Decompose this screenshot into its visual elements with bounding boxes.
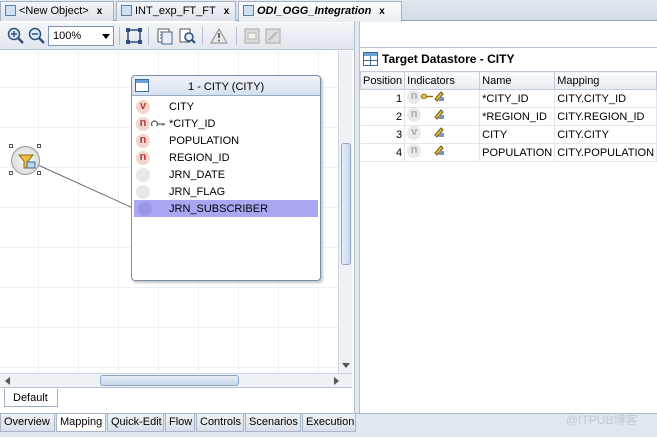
watermark: @ITPUB博客: [566, 413, 638, 427]
selection-handle[interactable]: [37, 144, 41, 148]
tab-execution[interactable]: Execution: [302, 414, 356, 432]
scrollbar-thumb[interactable]: [341, 143, 351, 265]
search-icon[interactable]: [178, 27, 196, 45]
zoom-select[interactable]: 100%: [48, 26, 114, 46]
scroll-right-icon[interactable]: [332, 375, 340, 387]
toolbar-separator: [202, 27, 203, 45]
unknown-type-icon: [136, 168, 150, 182]
canvas-vertical-scrollbar[interactable]: [338, 51, 352, 373]
toolbar-separator: [236, 27, 237, 45]
editor-tab-new-object[interactable]: <New Object> x: [0, 1, 114, 21]
attribute-row-jrn-flag[interactable]: JRN_FLAG: [132, 183, 320, 200]
selection-handle[interactable]: [9, 171, 13, 175]
attribute-row-jrn-subscriber[interactable]: JRN_SUBSCRIBER: [134, 200, 318, 217]
close-icon[interactable]: x: [379, 6, 385, 17]
attribute-row-region-id[interactable]: n REGION_ID: [132, 149, 320, 166]
key-icon: [151, 120, 165, 126]
editor-tab-odi-ogg[interactable]: ODI_OGG_Integration x: [238, 1, 402, 22]
datastore-header[interactable]: 1 - CITY (CITY): [132, 76, 320, 96]
toolbar-separator: [119, 27, 120, 45]
selection-handle[interactable]: [37, 171, 41, 175]
interface-icon: [121, 5, 132, 16]
table-row[interactable]: 4 n POPULATION CITY.POPULATION: [360, 143, 657, 162]
scroll-left-icon[interactable]: [4, 375, 12, 387]
layout-icon[interactable]: [156, 27, 174, 45]
editor-tab-bar: <New Object> x INT_exp_FT_FT x ODI_OGG_Int…: [0, 0, 657, 22]
mapping-icon: [434, 145, 445, 156]
tab-scenarios[interactable]: Scenarios: [245, 414, 301, 432]
editor-tab-int-exp[interactable]: INT_exp_FT_FT x: [116, 1, 236, 21]
numeric-type-icon: n: [136, 117, 150, 131]
attribute-row-city-id[interactable]: n *CITY_ID: [132, 115, 320, 132]
canvas-horizontal-scrollbar[interactable]: [0, 373, 352, 387]
zoom-in-icon[interactable]: [7, 27, 25, 45]
attribute-row-population[interactable]: n POPULATION: [132, 132, 320, 149]
bottom-tab-bar: Overview Mapping Quick-Edit Flow Control…: [0, 413, 657, 437]
mapping-icon: [434, 109, 445, 120]
numeric-type-icon: n: [136, 151, 150, 165]
numeric-type-icon: n: [407, 90, 422, 104]
varchar-type-icon: v: [136, 100, 150, 114]
tab-flow[interactable]: Flow: [165, 414, 195, 432]
toolbar-separator: [148, 27, 149, 45]
datastore-title: 1 - CITY (CITY): [188, 81, 265, 93]
mapping-diagram-canvas[interactable]: 1 - CITY (CITY) v CITY n *CITY_ID n POPU…: [0, 51, 338, 373]
warning-icon[interactable]: [210, 27, 228, 45]
table-icon: [363, 52, 378, 66]
table-row[interactable]: 2 n *REGION_ID CITY.REGION_ID: [360, 107, 657, 126]
indicators-cell: v: [407, 126, 477, 140]
numeric-type-icon: n: [136, 134, 150, 148]
chevron-down-icon: [102, 34, 110, 39]
filter-node[interactable]: [11, 146, 40, 175]
numeric-type-icon: n: [407, 144, 422, 158]
numeric-type-icon: n: [407, 108, 422, 122]
tab-mapping[interactable]: Mapping: [56, 414, 106, 432]
close-icon[interactable]: x: [224, 6, 230, 17]
unknown-type-icon: [138, 202, 152, 216]
indicators-cell: n: [407, 108, 477, 122]
datastore-city-box[interactable]: 1 - CITY (CITY) v CITY n *CITY_ID n POPU…: [131, 75, 321, 281]
target-datastore-panel: Target Datastore - CITY Position Indicat…: [359, 47, 657, 413]
diagram-toolbar: 100%: [0, 23, 354, 50]
mapping-icon: [434, 127, 445, 138]
target-mapping-table: Position Indicators Name Mapping 1 n *CI…: [359, 71, 657, 162]
column-header-indicators[interactable]: Indicators: [404, 71, 481, 90]
divider: [0, 387, 352, 388]
selection-handle[interactable]: [9, 144, 13, 148]
column-header-name[interactable]: Name: [479, 71, 556, 90]
column-header-position[interactable]: Position: [359, 71, 406, 90]
indicators-cell: n: [407, 144, 477, 158]
column-header-mapping[interactable]: Mapping: [554, 71, 657, 90]
unknown-type-icon: [136, 185, 150, 199]
tab-controls[interactable]: Controls: [196, 414, 244, 432]
table-row[interactable]: 1 n *CITY_ID CITY.CITY_ID: [360, 89, 657, 108]
document-icon: [5, 5, 16, 16]
attribute-row-jrn-date[interactable]: JRN_DATE: [132, 166, 320, 183]
tab-overview[interactable]: Overview: [0, 414, 55, 432]
close-icon[interactable]: x: [97, 6, 103, 17]
panel-title: Target Datastore - CITY: [363, 52, 514, 66]
tab-default[interactable]: Default: [4, 389, 58, 407]
attribute-row-city[interactable]: v CITY: [132, 98, 320, 115]
mapping-icon: [434, 91, 445, 102]
interface-icon: [243, 5, 254, 16]
datastore-icon: [135, 79, 149, 92]
disabled-icon-2[interactable]: [264, 27, 282, 45]
indicators-cell: n: [407, 90, 477, 104]
scrollbar-thumb[interactable]: [100, 375, 239, 386]
fit-to-window-icon[interactable]: [125, 27, 143, 45]
key-icon: [421, 93, 434, 99]
zoom-out-icon[interactable]: [28, 27, 46, 45]
scroll-down-icon[interactable]: [340, 362, 352, 370]
varchar-type-icon: v: [407, 126, 422, 140]
table-row[interactable]: 3 v CITY CITY.CITY: [360, 125, 657, 144]
tab-quick-edit[interactable]: Quick-Edit: [107, 414, 164, 432]
disabled-icon-1[interactable]: [243, 27, 261, 45]
